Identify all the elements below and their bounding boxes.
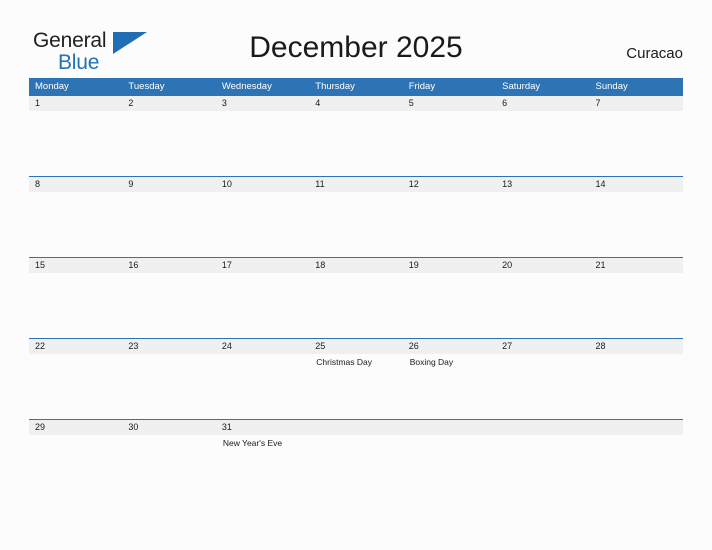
day-events-cell xyxy=(216,354,309,419)
day-events-cell xyxy=(122,111,215,176)
weekday-header-friday: Friday xyxy=(408,81,436,92)
day-number-9[interactable]: 9 xyxy=(122,177,215,192)
event-label: Boxing Day xyxy=(409,357,454,367)
weekday-header-wednesday: Wednesday xyxy=(221,81,272,92)
weekday-header-monday: Monday xyxy=(35,81,69,92)
event-label: Christmas Day xyxy=(316,357,372,367)
day-number-31[interactable]: 31 xyxy=(216,420,309,435)
day-events-cell xyxy=(216,192,309,257)
calendar-week-row: 15 16 17 18 19 20 21 xyxy=(29,257,683,338)
locale-label: Curacao xyxy=(626,45,683,62)
day-number-19[interactable]: 19 xyxy=(403,258,496,273)
day-events-cell xyxy=(403,111,496,176)
day-number-6[interactable]: 6 xyxy=(496,96,589,111)
weekday-header-sunday: Sunday xyxy=(595,81,628,92)
events-band xyxy=(29,273,683,338)
day-events-cell xyxy=(496,192,589,257)
day-number-12[interactable]: 12 xyxy=(403,177,496,192)
day-number-26[interactable]: 26 xyxy=(403,339,496,354)
calendar-week-row: 1234567 xyxy=(29,95,683,176)
day-number-29[interactable]: 29 xyxy=(29,420,122,435)
day-events-cell: Christmas Day xyxy=(309,354,402,419)
day-number-16[interactable]: 16 xyxy=(122,258,215,273)
day-number-14[interactable]: 14 xyxy=(590,177,683,192)
calendar-grid: Monday Tuesday Wednesday Thursday Friday Satu… xyxy=(29,78,683,500)
day-events-cell xyxy=(309,435,402,500)
weekday-header-row: Monday Tuesday Wednesday Thursday Friday Satu… xyxy=(29,78,683,95)
day-number-4[interactable]: 4 xyxy=(309,96,402,111)
day-events-cell xyxy=(122,435,215,500)
day-number-28[interactable]: 28 xyxy=(590,339,683,354)
events-band: Christmas Day Boxing Day xyxy=(29,354,683,419)
day-events-cell xyxy=(309,111,402,176)
day-events-cell xyxy=(496,111,589,176)
day-events-cell xyxy=(309,192,402,257)
day-events-cell xyxy=(403,273,496,338)
day-events-cell xyxy=(590,354,683,419)
day-events-cell xyxy=(496,354,589,419)
day-number-2[interactable]: 2 xyxy=(122,96,215,111)
day-number-25[interactable]: 25 xyxy=(309,339,402,354)
day-events-cell: Boxing Day xyxy=(403,354,496,419)
calendar-week-row: 8 9 10 11 12 13 14 xyxy=(29,176,683,257)
day-number-10[interactable]: 10 xyxy=(216,177,309,192)
day-number-17[interactable]: 17 xyxy=(216,258,309,273)
events-band xyxy=(29,111,683,176)
day-events-cell xyxy=(496,435,589,500)
page-header: General Blue December 2025 Curacao xyxy=(0,0,712,76)
day-events-cell xyxy=(122,354,215,419)
event-label: New Year's Eve xyxy=(222,438,283,448)
day-events-cell xyxy=(403,192,496,257)
day-events-cell xyxy=(29,192,122,257)
calendar-week-row: 29 30 31 New Year's Eve xyxy=(29,419,683,500)
day-number-band: 8 9 10 11 12 13 14 xyxy=(29,177,683,192)
day-number-band: 15 16 17 18 19 20 21 xyxy=(29,258,683,273)
day-events-cell xyxy=(590,435,683,500)
day-events-cell xyxy=(29,354,122,419)
day-number-band: 1234567 xyxy=(29,96,683,111)
day-events-cell xyxy=(29,111,122,176)
day-events-cell xyxy=(590,192,683,257)
day-events-cell xyxy=(590,273,683,338)
day-number-22[interactable]: 22 xyxy=(29,339,122,354)
day-number-band: 29 30 31 xyxy=(29,420,683,435)
day-events-cell xyxy=(122,192,215,257)
day-number-24[interactable]: 24 xyxy=(216,339,309,354)
day-events-cell xyxy=(29,273,122,338)
day-number-20[interactable]: 20 xyxy=(496,258,589,273)
day-number-18[interactable]: 18 xyxy=(309,258,402,273)
day-events-cell: New Year's Eve xyxy=(216,435,309,500)
day-events-cell xyxy=(216,273,309,338)
events-band xyxy=(29,192,683,257)
calendar-week-row: 22 23 24 25 26 27 28 Christmas Day Boxing Day xyxy=(29,338,683,419)
day-number-7[interactable]: 7 xyxy=(590,96,683,111)
calendar-weeks: 1 2 3 4 5 6 7 8 9 10 11 12 13 14 15 16 17 18 19 20 21 22 23 24 2… xyxy=(29,95,683,500)
day-number-8[interactable]: 8 xyxy=(29,177,122,192)
page-title: December 2025 xyxy=(249,31,463,64)
day-events-cell xyxy=(590,111,683,176)
day-number-5[interactable]: 5 xyxy=(403,96,496,111)
day-events-cell xyxy=(496,273,589,338)
day-number-11[interactable]: 11 xyxy=(309,177,402,192)
day-number-3[interactable]: 3 xyxy=(216,96,309,111)
weekday-header-saturday: Saturday xyxy=(502,81,541,92)
day-number-band: 22 23 24 25 26 27 28 xyxy=(29,339,683,354)
day-number-1[interactable]: 1 xyxy=(29,96,122,111)
day-number-27[interactable]: 27 xyxy=(496,339,589,354)
day-events-cell xyxy=(122,273,215,338)
weekday-header-thursday: Thursday xyxy=(315,81,355,92)
day-events-cell xyxy=(216,111,309,176)
day-events-cell xyxy=(29,435,122,500)
day-number-21[interactable]: 21 xyxy=(590,258,683,273)
day-number-30[interactable]: 30 xyxy=(122,420,215,435)
day-number-23[interactable]: 23 xyxy=(122,339,215,354)
day-number-15[interactable]: 15 xyxy=(29,258,122,273)
day-events-cell xyxy=(403,435,496,500)
events-band: New Year's Eve xyxy=(29,435,683,500)
weekday-header-tuesday: Tuesday xyxy=(128,81,165,92)
day-number-13[interactable]: 13 xyxy=(496,177,589,192)
day-events-cell xyxy=(309,273,402,338)
